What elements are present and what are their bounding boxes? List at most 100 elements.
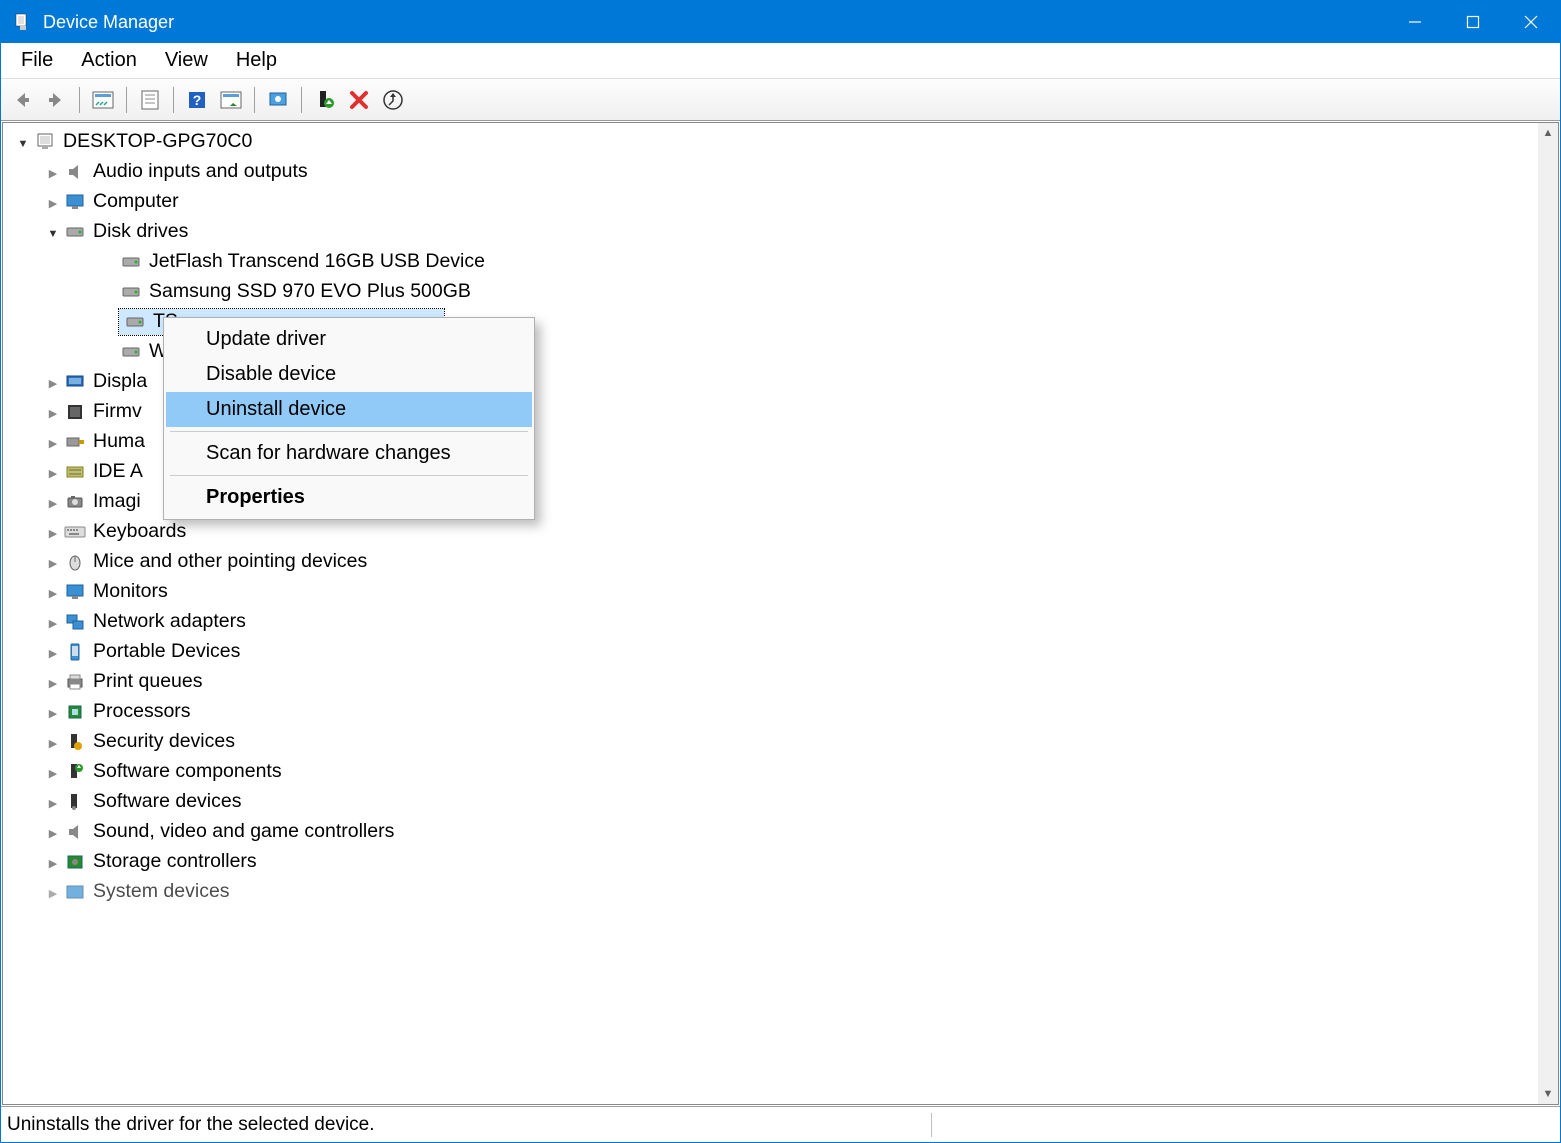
system-icon — [63, 881, 87, 903]
menu-view[interactable]: View — [151, 43, 222, 78]
titlebar: Device Manager — [1, 1, 1560, 43]
root-node[interactable]: DESKTOP-GPG70C0 — [3, 127, 1558, 157]
printer-icon — [63, 671, 87, 693]
statusbar-divider — [931, 1113, 932, 1137]
disk-icon — [119, 281, 143, 303]
tree-item-disk-drives[interactable]: Disk drives — [3, 217, 1558, 247]
show-hidden-button[interactable] — [88, 85, 118, 115]
ctx-scan-changes[interactable]: Scan for hardware changes — [166, 436, 532, 471]
node-label: Print queues — [93, 667, 203, 696]
audio-icon — [63, 161, 87, 183]
tree-item-sw-devices[interactable]: Software devices — [3, 787, 1558, 817]
node-label: Imagi — [93, 487, 141, 516]
node-label: Computer — [93, 187, 179, 216]
caret-icon[interactable] — [43, 402, 63, 423]
menu-action[interactable]: Action — [67, 43, 151, 78]
caret-icon[interactable] — [43, 552, 63, 573]
caret-icon[interactable] — [43, 492, 63, 513]
tree-item-security[interactable]: Security devices — [3, 727, 1558, 757]
back-button[interactable] — [7, 85, 37, 115]
node-label: Monitors — [93, 577, 168, 606]
caret-icon[interactable] — [43, 432, 63, 453]
menu-file[interactable]: File — [7, 43, 67, 78]
ctx-uninstall-device[interactable]: Uninstall device — [166, 392, 532, 427]
processor-icon — [63, 701, 87, 723]
caret-icon[interactable] — [43, 222, 63, 243]
node-label: Huma — [93, 427, 145, 456]
statusbar: Uninstalls the driver for the selected d… — [1, 1106, 1560, 1142]
caret-icon[interactable] — [43, 822, 63, 843]
tree-item-audio[interactable]: Audio inputs and outputs — [3, 157, 1558, 187]
update-driver-button[interactable] — [263, 85, 293, 115]
tree-item-print[interactable]: Print queues — [3, 667, 1558, 697]
caret-icon[interactable] — [43, 882, 63, 903]
tree-item-computer[interactable]: Computer — [3, 187, 1558, 217]
caret-icon[interactable] — [43, 192, 63, 213]
enable-device-button[interactable] — [310, 85, 340, 115]
scan-button[interactable] — [216, 85, 246, 115]
caret-icon[interactable] — [43, 762, 63, 783]
toolbar-separator — [254, 87, 255, 113]
caret-icon[interactable] — [43, 522, 63, 543]
scan-changes-button[interactable] — [378, 85, 408, 115]
node-label: JetFlash Transcend 16GB USB Device — [149, 247, 485, 276]
node-label: System devices — [93, 877, 230, 906]
tree-item-jetflash[interactable]: JetFlash Transcend 16GB USB Device — [3, 247, 1558, 277]
caret-icon[interactable] — [43, 612, 63, 633]
minimize-button[interactable] — [1386, 1, 1444, 43]
properties-button[interactable] — [135, 85, 165, 115]
tree-item-monitors[interactable]: Monitors — [3, 577, 1558, 607]
menu-help[interactable]: Help — [222, 43, 291, 78]
caret-icon[interactable] — [43, 672, 63, 693]
tree-item-processors[interactable]: Processors — [3, 697, 1558, 727]
tree-item-network[interactable]: Network adapters — [3, 607, 1558, 637]
tree-item-portable[interactable]: Portable Devices — [3, 637, 1558, 667]
node-label: Keyboards — [93, 517, 186, 546]
window-title: Device Manager — [43, 12, 1386, 33]
ctx-properties[interactable]: Properties — [166, 480, 532, 515]
scroll-down-icon[interactable]: ▼ — [1538, 1084, 1558, 1104]
scroll-up-icon[interactable]: ▲ — [1538, 123, 1558, 143]
node-label: Mice and other pointing devices — [93, 547, 367, 576]
caret-icon[interactable] — [43, 582, 63, 603]
caret-icon[interactable] — [43, 642, 63, 663]
maximize-button[interactable] — [1444, 1, 1502, 43]
monitor-icon — [63, 581, 87, 603]
caret-icon[interactable] — [43, 162, 63, 183]
sw-components-icon — [63, 761, 87, 783]
vertical-scrollbar[interactable]: ▲ ▼ — [1538, 123, 1558, 1104]
caret-icon[interactable] — [13, 132, 33, 153]
node-label: Network adapters — [93, 607, 246, 636]
menubar: File Action View Help — [1, 43, 1560, 79]
ctx-update-driver[interactable]: Update driver — [166, 322, 532, 357]
tree-item-sound[interactable]: Sound, video and game controllers — [3, 817, 1558, 847]
forward-button[interactable] — [41, 85, 71, 115]
caret-icon[interactable] — [43, 702, 63, 723]
caret-icon[interactable] — [43, 792, 63, 813]
statusbar-text: Uninstalls the driver for the selected d… — [7, 1114, 927, 1136]
scroll-track[interactable] — [1538, 143, 1558, 1084]
node-label: DESKTOP-GPG70C0 — [63, 127, 252, 156]
node-label: Software components — [93, 757, 282, 786]
tree-item-keyboards[interactable]: Keyboards — [3, 517, 1558, 547]
tree-item-mice[interactable]: Mice and other pointing devices — [3, 547, 1558, 577]
close-button[interactable] — [1502, 1, 1560, 43]
caret-icon[interactable] — [43, 732, 63, 753]
node-label: Samsung SSD 970 EVO Plus 500GB — [149, 277, 471, 306]
node-label: Processors — [93, 697, 191, 726]
caret-icon[interactable] — [43, 462, 63, 483]
hid-icon — [63, 431, 87, 453]
disk-icon — [119, 251, 143, 273]
tree-item-samsung-ssd[interactable]: Samsung SSD 970 EVO Plus 500GB — [3, 277, 1558, 307]
tree-item-sw-components[interactable]: Software components — [3, 757, 1558, 787]
tree-item-storage[interactable]: Storage controllers — [3, 847, 1558, 877]
ctx-disable-device[interactable]: Disable device — [166, 357, 532, 392]
node-label: Security devices — [93, 727, 235, 756]
uninstall-device-button[interactable] — [344, 85, 374, 115]
ctx-separator — [170, 475, 528, 476]
help-button[interactable]: ? — [182, 85, 212, 115]
tree-item-system[interactable]: System devices — [3, 877, 1558, 907]
node-label: IDE A — [93, 457, 143, 486]
caret-icon[interactable] — [43, 852, 63, 873]
caret-icon[interactable] — [43, 372, 63, 393]
